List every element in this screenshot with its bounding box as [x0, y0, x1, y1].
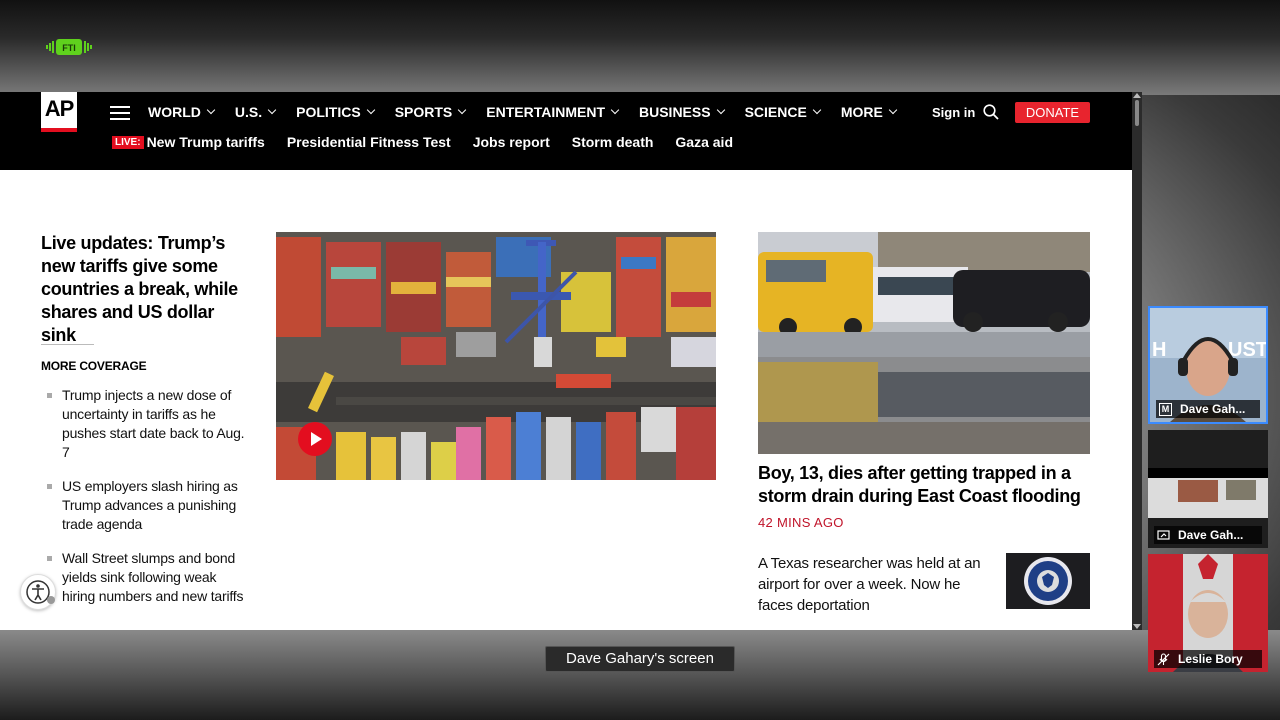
more-coverage-label: MORE COVERAGE	[41, 359, 147, 373]
svg-text:FTI: FTI	[62, 43, 76, 53]
story-thumbnail[interactable]	[1006, 553, 1090, 609]
divider	[41, 344, 94, 345]
nav-science[interactable]: SCIENCE	[745, 104, 822, 120]
participant-tile-leslie[interactable]: Leslie Bory	[1148, 554, 1268, 672]
chevron-down-icon	[206, 105, 216, 115]
trending-link[interactable]: Presidential Fitness Test	[287, 134, 451, 150]
side-headline[interactable]: Boy, 13, dies after getting trapped in a…	[758, 462, 1090, 508]
chevron-down-icon	[610, 105, 620, 115]
mic-muted-icon	[1157, 652, 1170, 665]
nav-sports[interactable]: SPORTS	[395, 104, 467, 120]
screen-share-icon	[1157, 529, 1170, 540]
ap-logo-text: AP	[44, 96, 75, 121]
app-logo-icon: FTI	[46, 39, 92, 55]
site-header: AP WORLD U.S. POLITICS SPORTS ENTERTAINM…	[0, 92, 1132, 170]
shared-screen: AP WORLD U.S. POLITICS SPORTS ENTERTAINM…	[0, 92, 1142, 630]
chevron-down-icon	[812, 105, 822, 115]
coverage-link[interactable]: US employers slash hiring as Trump advan…	[46, 477, 246, 534]
svg-text:UST: UST	[1228, 339, 1266, 361]
trending-link[interactable]: Storm death	[572, 134, 654, 150]
participant-name: M Dave Gah...	[1156, 400, 1260, 418]
nav-business[interactable]: BUSINESS	[639, 104, 725, 120]
scrollbar[interactable]	[1132, 92, 1142, 630]
accessibility-icon	[26, 580, 55, 604]
coverage-link[interactable]: Wall Street slumps and bond yields sink …	[46, 549, 246, 606]
timestamp: 42 MINS AGO	[758, 515, 844, 530]
accessibility-button[interactable]	[20, 574, 56, 610]
scroll-thumb[interactable]	[1135, 100, 1139, 126]
trending-link[interactable]: Jobs report	[473, 134, 550, 150]
trending-link[interactable]: Gaza aid	[675, 134, 733, 150]
menu-icon[interactable]	[110, 106, 130, 120]
chevron-down-icon	[366, 105, 375, 115]
search-icon[interactable]	[983, 104, 999, 120]
top-background	[0, 0, 1280, 95]
sign-in-link[interactable]: Sign in	[932, 105, 975, 120]
scroll-up-icon[interactable]	[1133, 93, 1141, 98]
play-icon[interactable]	[298, 422, 332, 456]
chevron-down-icon	[888, 105, 898, 115]
bottom-background	[0, 630, 1280, 720]
participant-tile-dave-camera[interactable]: H UST M Dave Gah...	[1148, 306, 1268, 424]
street-flood-image	[758, 232, 1090, 454]
live-badge: LIVE:	[112, 135, 144, 149]
nav-more[interactable]: MORE	[841, 104, 898, 120]
chevron-down-icon	[267, 105, 277, 115]
nav-entertainment[interactable]: ENTERTAINMENT	[486, 104, 620, 120]
main-nav: WORLD U.S. POLITICS SPORTS ENTERTAINMENT…	[148, 104, 917, 120]
trending-bar: LIVE: New Trump tariffs Presidential Fit…	[112, 134, 755, 150]
hero-video-thumbnail[interactable]	[276, 232, 716, 480]
participant-name: Dave Gah...	[1154, 526, 1262, 544]
scroll-down-icon[interactable]	[1133, 624, 1141, 629]
nav-us[interactable]: U.S.	[235, 104, 277, 120]
trending-link[interactable]: New Trump tariffs	[147, 134, 265, 150]
svg-text:H: H	[1152, 339, 1166, 361]
lead-headline[interactable]: Live updates: Trump’s new tariffs give s…	[41, 232, 246, 347]
m-icon: M	[1159, 402, 1172, 416]
screen-share-caption: Dave Gahary's screen	[545, 646, 735, 672]
participant-tile-dave-screen[interactable]: Dave Gah...	[1148, 430, 1268, 548]
dhs-seal-icon	[1006, 553, 1090, 609]
chevron-down-icon	[458, 105, 467, 115]
side-story-image[interactable]	[758, 232, 1090, 454]
coverage-link[interactable]: Trump injects a new dose of uncertainty …	[46, 386, 246, 462]
donate-button[interactable]: DONATE	[1015, 102, 1090, 123]
nav-world[interactable]: WORLD	[148, 104, 216, 120]
participant-name: Leslie Bory	[1154, 650, 1262, 668]
nav-politics[interactable]: POLITICS	[296, 104, 375, 120]
ap-logo[interactable]: AP	[41, 92, 77, 132]
shipping-containers-image	[276, 232, 716, 480]
chevron-down-icon	[716, 105, 725, 115]
story-headline[interactable]: A Texas researcher was held at an airpor…	[758, 553, 998, 616]
coverage-list: Trump injects a new dose of uncertainty …	[46, 386, 246, 621]
